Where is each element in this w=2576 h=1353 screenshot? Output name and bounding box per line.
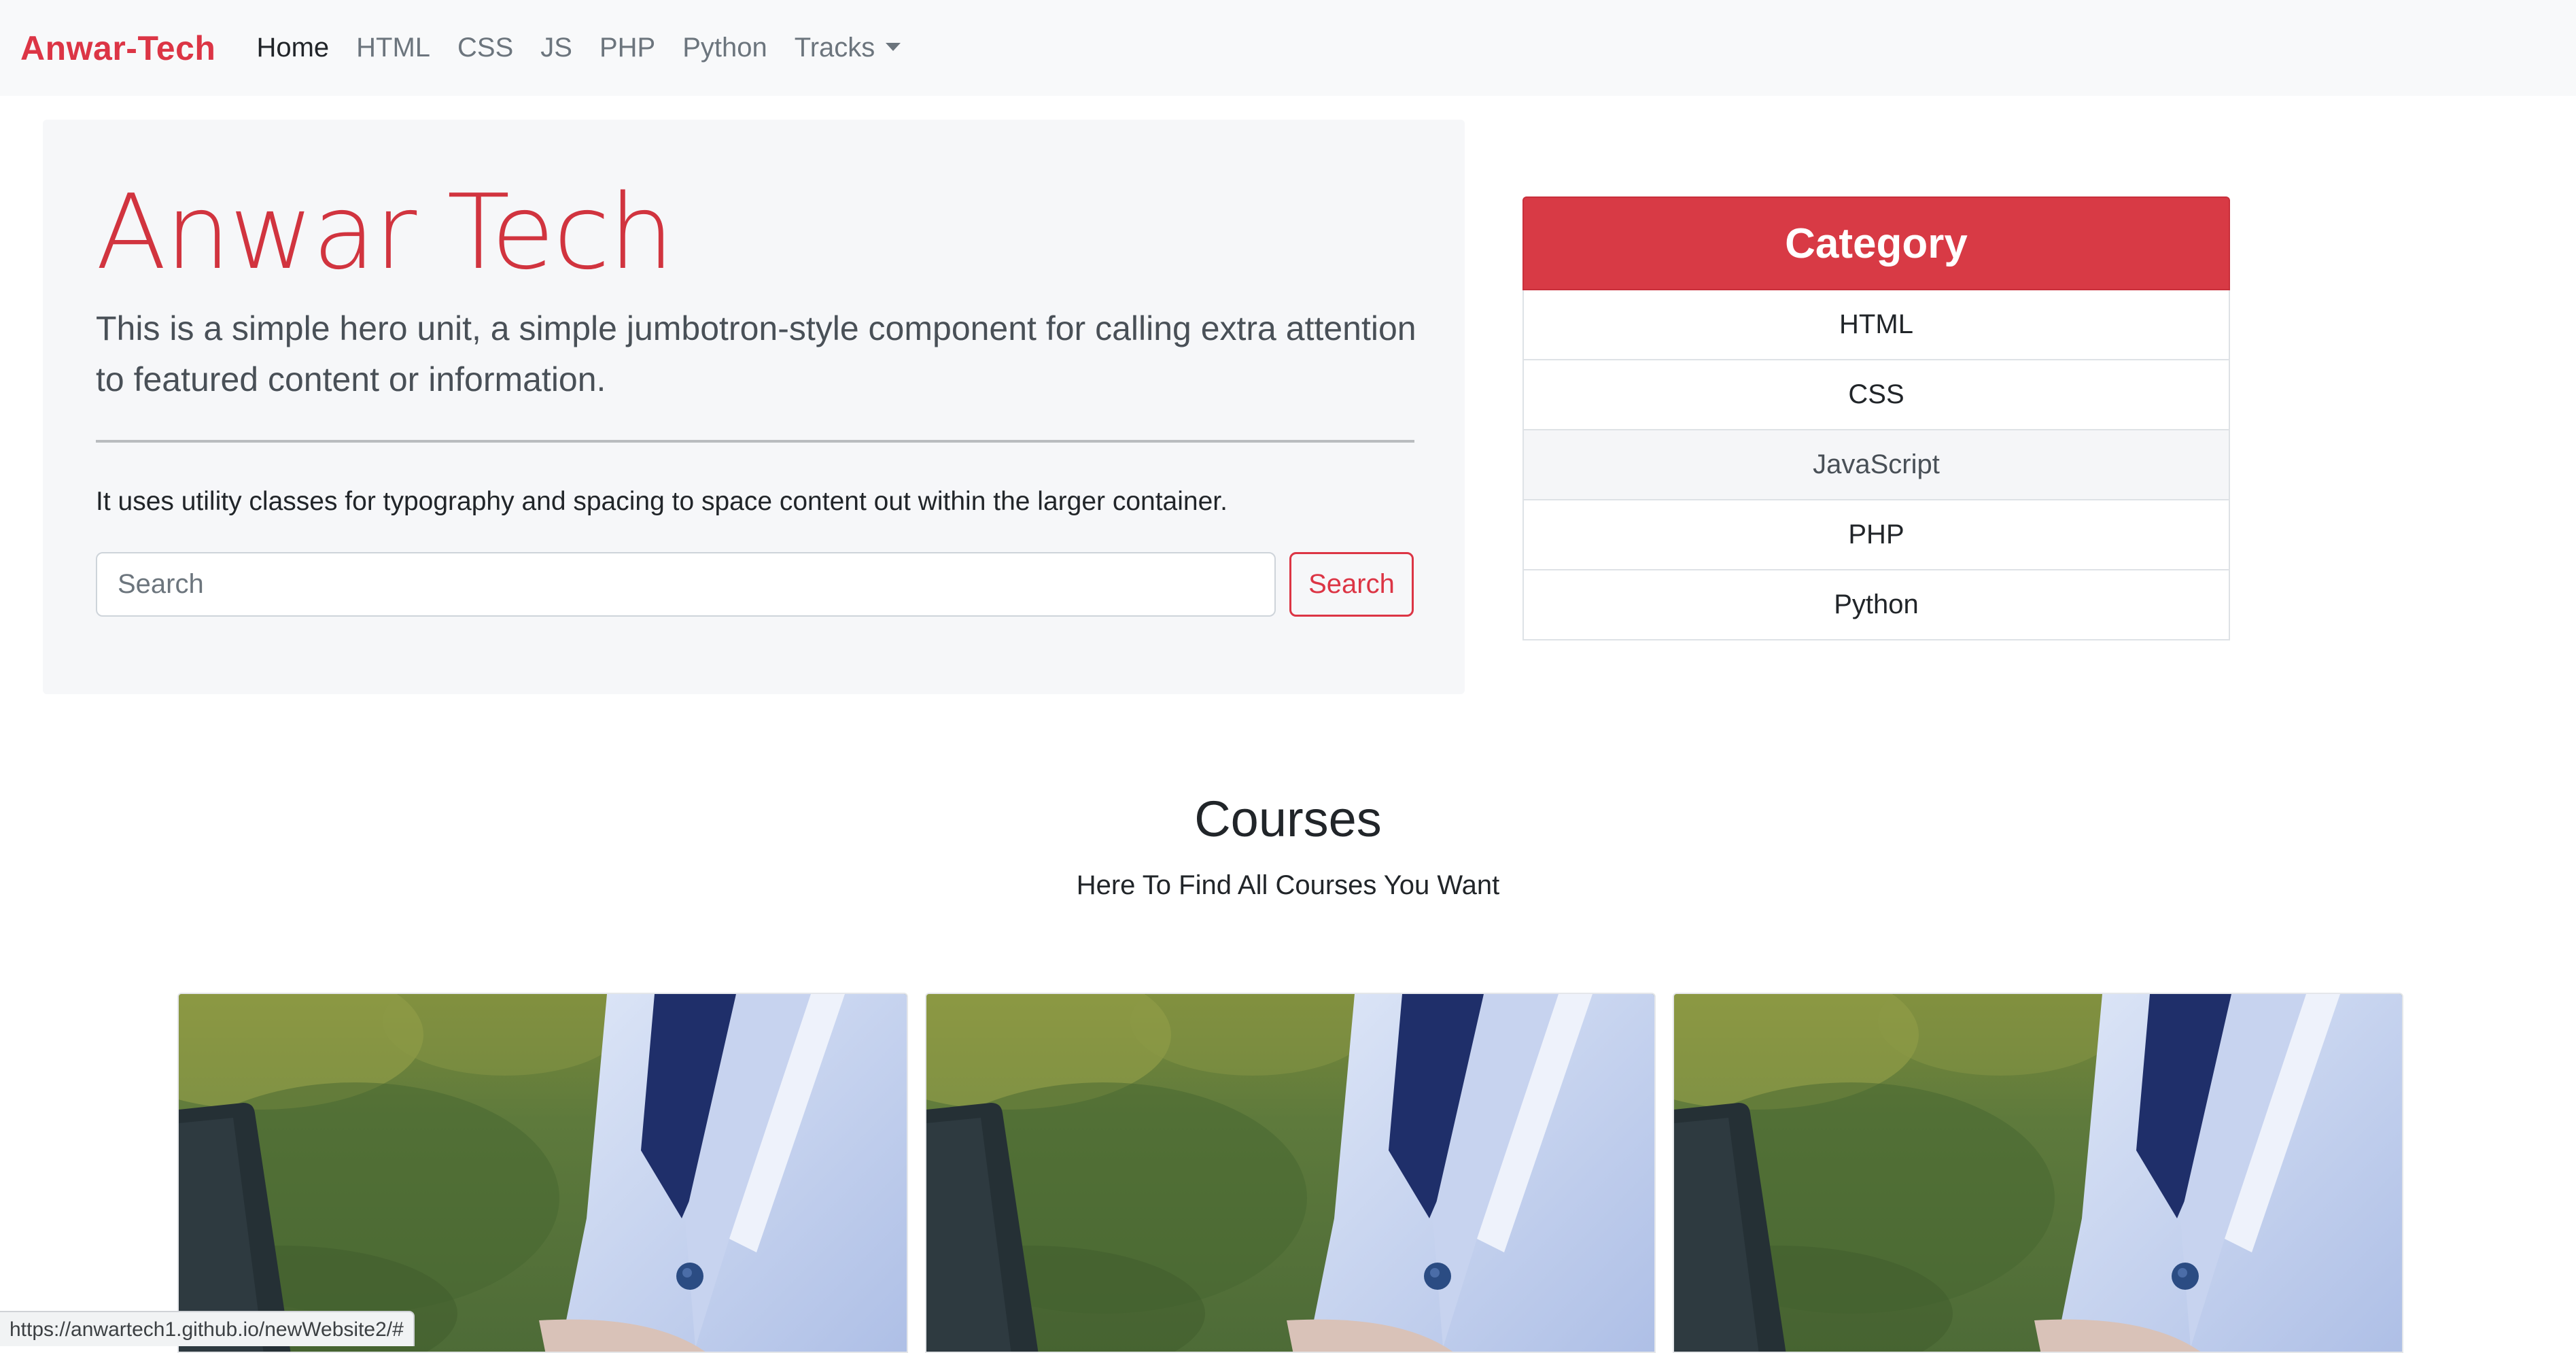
course-card-photo [926, 994, 1654, 1352]
hero-body-text: It uses utility classes for typography a… [96, 487, 1228, 516]
hero-title: Anwar Tech [96, 172, 674, 292]
nav-item-css[interactable]: CSS [457, 33, 513, 63]
courses-title: Courses [1194, 791, 1382, 847]
course-card-image[interactable] [1673, 993, 2403, 1353]
course-card-photo [1674, 994, 2402, 1352]
caret-down-icon [886, 43, 901, 52]
category-list: Category HTML CSS JavaScript PHP Python [1522, 196, 2230, 640]
courses-subtitle: Here To Find All Courses You Want [1076, 870, 1500, 900]
category-item-html[interactable]: HTML [1522, 290, 2230, 360]
nav-item-php[interactable]: PHP [599, 33, 655, 63]
nav-item-home[interactable]: Home [256, 33, 329, 63]
nav-item-tracks-label: Tracks [794, 33, 875, 63]
category-header: Category [1522, 196, 2230, 290]
nav-item-js[interactable]: JS [540, 33, 572, 63]
nav-item-tracks-dropdown[interactable]: Tracks [795, 33, 901, 63]
category-item-python[interactable]: Python [1522, 570, 2230, 640]
course-card-photo [179, 994, 907, 1352]
category-item-php[interactable]: PHP [1522, 500, 2230, 570]
hero-jumbotron: Anwar Tech This is a simple hero unit, a… [43, 120, 1465, 694]
course-card-image[interactable] [925, 993, 1656, 1353]
category-item-javascript[interactable]: JavaScript [1522, 430, 2230, 500]
brand-logo[interactable]: Anwar-Tech [20, 29, 215, 68]
top-navbar: Anwar-Tech Home HTML CSS JS PHP Python T… [0, 0, 2576, 96]
search-button[interactable]: Search [1289, 552, 1414, 617]
hero-divider [96, 440, 1414, 443]
link-status-bar: https://anwartech1.github.io/newWebsite2… [0, 1311, 415, 1346]
search-input[interactable] [96, 552, 1276, 617]
hero-lead-text: This is a simple hero unit, a simple jum… [96, 309, 1416, 398]
category-item-css[interactable]: CSS [1522, 360, 2230, 430]
nav-item-html[interactable]: HTML [356, 33, 430, 63]
course-card-image[interactable] [177, 993, 908, 1353]
nav-item-python[interactable]: Python [682, 33, 767, 63]
